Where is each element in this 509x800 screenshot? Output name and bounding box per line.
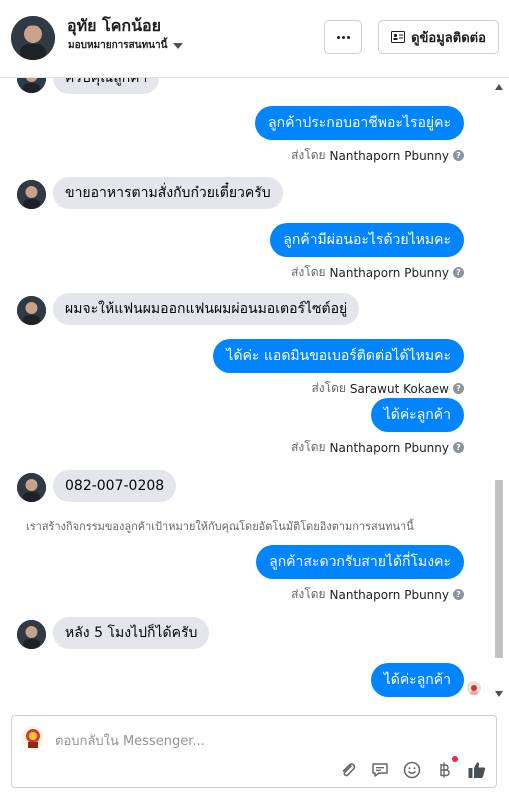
outgoing-message: ได้ค่ะ แอดมินขอเบอร์ติดต่อได้ไหมคะ: [213, 339, 464, 373]
incoming-message: ผมจะให้แฟนผมออกแฟนผมผ่อนมอเตอร์ไซต์อยู่: [53, 293, 360, 325]
info-icon[interactable]: ?: [453, 589, 464, 600]
incoming-message: หลัง 5 โมงไปก็ได้ครับ: [53, 617, 210, 649]
more-options-button[interactable]: [324, 20, 362, 54]
sent-by-prefix: ส่งโดย: [291, 265, 326, 279]
sent-by-prefix: ส่งโดย: [291, 148, 326, 162]
thread-scrollbar[interactable]: [494, 78, 505, 705]
notification-badge: [452, 756, 458, 762]
like-button[interactable]: [467, 760, 487, 780]
sent-by-prefix: ส่งโดย: [291, 587, 326, 601]
sent-by-label: ส่งโดย Nanthaporn Pbunny ?: [291, 146, 464, 165]
paperclip-icon: [342, 763, 356, 777]
sender-name: Nanthaporn Pbunny: [329, 148, 449, 163]
sent-by-prefix: ส่งโดย: [291, 440, 326, 454]
message-thread[interactable]: ครับคุณลูกค้า ลูกค้าประกอบอาชีพอะไรอยู่ค…: [0, 78, 509, 705]
sent-by-label: ส่งโดย Sarawut Kokaew ?: [311, 379, 464, 398]
seen-indicator-avatar: [467, 681, 481, 695]
assign-conversation-dropdown[interactable]: มอบหมายการสนทนานี้: [68, 38, 184, 53]
conversation-header: อุทัย โคกน้อย มอบหมายการสนทนานี้ ดูข้อมู…: [0, 0, 509, 78]
payment-button[interactable]: [434, 760, 454, 780]
assign-conversation-label: มอบหมายการสนทนานี้: [68, 40, 168, 51]
sender-name: Nanthaporn Pbunny: [329, 265, 449, 280]
sent-by-label: ส่งโดย Nanthaporn Pbunny ?: [291, 438, 464, 457]
emoji-icon: [403, 761, 421, 779]
chevron-down-icon: [173, 42, 184, 49]
sent-by-prefix: ส่งโดย: [311, 381, 346, 395]
outgoing-message: ได้ค่ะลูกค้า: [370, 398, 464, 432]
attach-file-button[interactable]: [338, 760, 358, 780]
scroll-down-icon[interactable]: [495, 691, 503, 697]
scroll-up-icon[interactable]: [495, 84, 503, 90]
info-icon[interactable]: ?: [453, 150, 464, 161]
customer-name: อุทัย โคกน้อย: [67, 16, 162, 35]
reply-composer[interactable]: ตอบกลับใน Messenger...: [11, 715, 497, 788]
outgoing-message: ลูกค้าประกอบอาชีพอะไรอยู่คะ: [255, 106, 464, 140]
outgoing-message: ได้ค่ะลูกค้า: [370, 663, 464, 697]
view-contact-button[interactable]: ดูข้อมูลติดต่อ: [378, 20, 499, 54]
system-note: เราสร้างกิจกรรมของลูกค้าเป้าหมายให้กับคุ…: [26, 520, 414, 533]
info-icon[interactable]: ?: [453, 442, 464, 453]
sender-name: Sarawut Kokaew: [349, 381, 449, 396]
customer-avatar-small: [17, 473, 46, 502]
customer-avatar[interactable]: [11, 16, 55, 60]
more-icon: [336, 35, 350, 39]
sent-by-label: ส่งโดย Nanthaporn Pbunny ?: [291, 263, 464, 282]
contact-card-icon: [391, 31, 406, 43]
customer-avatar-small: [17, 296, 46, 325]
customer-avatar-small: [17, 620, 46, 649]
outgoing-message: ลูกค้ามีผ่อนอะไรด้วยไหมคะ: [270, 223, 464, 257]
saved-replies-button[interactable]: [370, 760, 390, 780]
incoming-message: ครับคุณลูกค้า: [53, 78, 160, 94]
customer-avatar-small: [17, 180, 46, 209]
chat-bubble-icon: [372, 763, 388, 777]
sender-name: Nanthaporn Pbunny: [329, 440, 449, 455]
sent-by-label: ส่งโดย Nanthaporn Pbunny ?: [291, 585, 464, 604]
customer-avatar-small: [17, 78, 46, 93]
outgoing-message: ลูกค้าสะดวกรับสายได้กี่โมงคะ: [256, 545, 464, 579]
like-icon: [468, 762, 486, 778]
scrollbar-thumb[interactable]: [495, 480, 503, 658]
page-avatar: [21, 726, 45, 750]
info-icon[interactable]: ?: [453, 267, 464, 278]
info-icon[interactable]: ?: [453, 383, 464, 394]
reply-input[interactable]: ตอบกลับใน Messenger...: [55, 730, 205, 751]
sender-name: Nanthaporn Pbunny: [329, 587, 449, 602]
baht-payment-icon: [440, 762, 450, 778]
incoming-message: 082-007-0208: [53, 470, 177, 502]
incoming-message: ขายอาหารตามสั่งกับก๋วยเตี๋ยวครับ: [53, 177, 283, 209]
emoji-button[interactable]: [402, 760, 422, 780]
view-contact-label: ดูข้อมูลติดต่อ: [411, 30, 486, 46]
